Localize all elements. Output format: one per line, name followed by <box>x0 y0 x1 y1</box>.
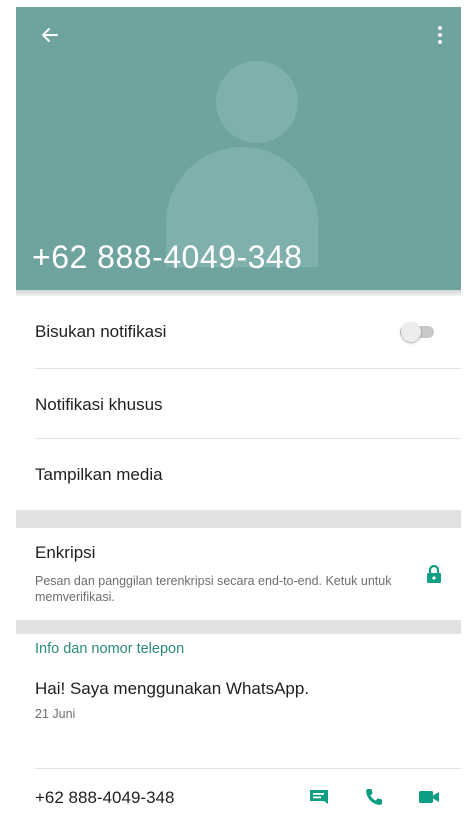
mute-notifications-row[interactable]: Bisukan notifikasi <box>16 296 461 368</box>
info-section-heading: Info dan nomor telepon <box>35 641 185 657</box>
phone-number: +62 888-4049-348 <box>35 788 175 807</box>
custom-notifications-row[interactable]: Notifikasi khusus <box>16 369 461 441</box>
mute-notifications-label: Bisukan notifikasi <box>35 322 167 341</box>
contact-name-title: +62 888-4049-348 <box>32 239 303 275</box>
custom-notifications-label: Notifikasi khusus <box>35 395 163 414</box>
divider <box>35 768 461 769</box>
back-button[interactable] <box>36 21 64 49</box>
contact-header: +62 888-4049-348 <box>16 7 461 290</box>
about-date: 21 Juni <box>35 707 76 721</box>
encryption-row[interactable]: Enkripsi Pesan dan panggilan terenkripsi… <box>16 528 461 620</box>
more-vert-icon <box>438 26 442 44</box>
section-separator <box>16 510 461 528</box>
encryption-title: Enkripsi <box>35 543 96 562</box>
arrow-left-icon <box>42 28 58 42</box>
mute-toggle[interactable] <box>400 322 438 342</box>
more-options-button[interactable] <box>430 21 450 49</box>
show-media-row[interactable]: Tampilkan media <box>16 439 461 511</box>
call-button[interactable] <box>361 784 387 810</box>
video-call-icon <box>419 791 439 803</box>
encryption-description: Pesan dan panggilan terenkripsi secara e… <box>35 574 392 604</box>
video-call-button[interactable] <box>416 784 442 810</box>
message-icon <box>310 790 328 804</box>
call-icon <box>366 789 382 805</box>
show-media-label: Tampilkan media <box>35 465 163 484</box>
toggle-knob <box>401 322 421 342</box>
about-status: Hai! Saya menggunakan WhatsApp. <box>35 679 310 698</box>
message-button[interactable] <box>306 784 332 810</box>
avatar <box>216 61 298 143</box>
phone-row[interactable]: +62 888-4049-348 <box>16 770 461 823</box>
lock-icon <box>427 564 441 583</box>
section-separator <box>16 620 461 634</box>
